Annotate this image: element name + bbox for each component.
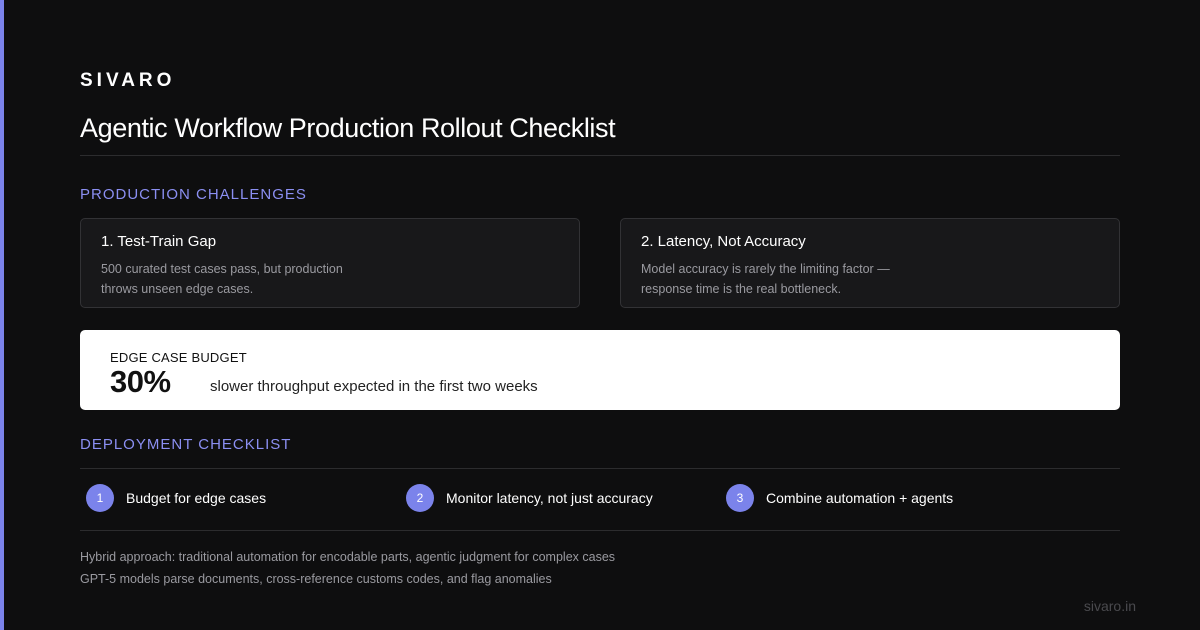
checklist-bottom-divider	[80, 530, 1120, 531]
challenge-card-title: 2. Latency, Not Accuracy	[641, 233, 806, 250]
step-text: Combine automation + agents	[766, 490, 954, 506]
budget-label: EDGE CASE BUDGET	[110, 350, 247, 365]
title-divider	[80, 155, 1120, 156]
page-title: Agentic Workflow Production Rollout Chec…	[80, 113, 616, 143]
challenge-card-latency: 2. Latency, Not Accuracy Model accuracy …	[620, 218, 1120, 308]
edge-case-budget-panel: EDGE CASE BUDGET 30% slower throughput e…	[80, 330, 1120, 410]
checklist-step: 2 Monitor latency, not just accuracy	[406, 484, 653, 512]
challenge-card-text: response time is the real bottleneck.	[641, 282, 842, 296]
challenge-card-title: 1. Test-Train Gap	[101, 233, 217, 250]
footer-url: sivaro.in	[1083, 598, 1136, 614]
checklist-step: 3 Combine automation + agents	[726, 484, 953, 512]
accent-bar	[0, 0, 4, 630]
challenge-card-text: throws unseen edge cases.	[101, 282, 254, 296]
challenge-card-test-train-gap: 1. Test-Train Gap 500 curated test cases…	[80, 218, 580, 308]
checklist-top-divider	[80, 468, 1120, 469]
challenges-heading: PRODUCTION CHALLENGES	[80, 186, 307, 203]
checklist-heading: DEPLOYMENT CHECKLIST	[80, 436, 292, 453]
step-text: Budget for edge cases	[126, 490, 267, 506]
step-number-badge: 1	[86, 484, 114, 512]
budget-value: 30%	[110, 364, 171, 399]
budget-description: slower throughput expected in the first …	[210, 378, 538, 395]
step-text: Monitor latency, not just accuracy	[446, 490, 653, 506]
checklist-step: 1 Budget for edge cases	[86, 484, 266, 512]
footnote: Hybrid approach: traditional automation …	[80, 550, 616, 564]
step-number-badge: 2	[406, 484, 434, 512]
brand-logo: SIVARO	[80, 70, 176, 91]
step-number-badge: 3	[726, 484, 754, 512]
challenge-card-text: Model accuracy is rarely the limiting fa…	[641, 262, 890, 276]
challenge-card-text: 500 curated test cases pass, but product…	[101, 262, 343, 276]
footnote: GPT-5 models parse documents, cross-refe…	[80, 572, 552, 586]
